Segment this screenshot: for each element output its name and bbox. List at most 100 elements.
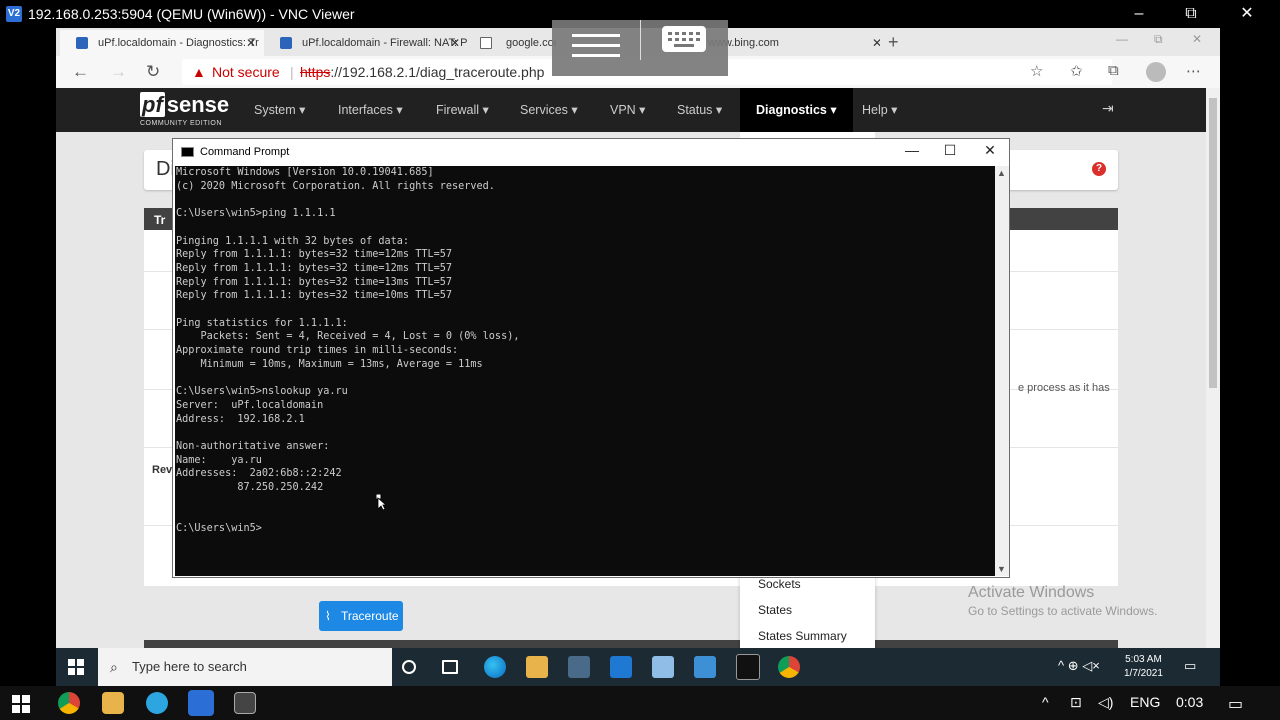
- url-text: https://192.168.2.1/diag_traceroute.php: [300, 59, 544, 85]
- menu-status[interactable]: Status ▾: [677, 102, 722, 117]
- logout-icon[interactable]: ⇥: [1102, 100, 1114, 117]
- tab-label: uPf.localdomain - Diagnostics: Tr: [98, 37, 259, 49]
- console-output[interactable]: Microsoft Windows [Version 10.0.19041.68…: [175, 166, 995, 576]
- remote-app-icon[interactable]: [694, 656, 716, 678]
- host-vnc-icon[interactable]: [188, 690, 214, 716]
- console-line: 87.250.250.242: [176, 482, 324, 494]
- search-icon: ⌕: [110, 659, 118, 675]
- menu-help[interactable]: Help ▾: [862, 102, 897, 117]
- browser-restore-button[interactable]: ⧉: [1154, 32, 1163, 47]
- volume-icon[interactable]: ◁): [1098, 694, 1113, 711]
- cmd-minimize-button[interactable]: —: [897, 142, 927, 158]
- tab-diagnostics[interactable]: uPf.localdomain - Diagnostics: Tr ✕: [60, 30, 264, 56]
- collections-icon[interactable]: ⧉: [1108, 62, 1119, 79]
- console-line: Server: uPf.localdomain: [176, 399, 324, 411]
- menu-services[interactable]: Services ▾: [520, 102, 578, 117]
- vnc-menu-icon[interactable]: [572, 34, 620, 58]
- chrome-icon[interactable]: [778, 656, 800, 678]
- browser-close-button[interactable]: ✕: [1192, 32, 1202, 46]
- help-icon[interactable]: ?: [1092, 162, 1106, 176]
- dropdown-item-states[interactable]: States: [758, 603, 792, 617]
- host-clock[interactable]: 0:03: [1176, 694, 1203, 710]
- menu-firewall[interactable]: Firewall ▾: [436, 102, 489, 117]
- language-indicator[interactable]: ENG: [1130, 694, 1160, 710]
- host-notification-icon[interactable]: ▭: [1228, 694, 1243, 714]
- network-icon[interactable]: ⊡: [1070, 694, 1082, 711]
- console-line: Reply from 1.1.1.1: bytes=32 time=12ms T…: [176, 249, 453, 261]
- traceroute-button[interactable]: ⌇ Traceroute: [319, 601, 403, 631]
- more-menu-icon[interactable]: ⋯: [1186, 62, 1201, 80]
- tab-firewall-nat[interactable]: uPf.localdomain - Firewall: NAT: P ✕: [264, 30, 468, 56]
- pfsense-logo[interactable]: pf sense COMMUNITY EDITION: [140, 92, 230, 127]
- app-icon[interactable]: [652, 656, 674, 678]
- favorites-icon[interactable]: ✩: [1070, 62, 1083, 80]
- logo-pf: pf: [140, 92, 165, 117]
- console-line: Packets: Sent = 4, Received = 4, Lost = …: [176, 331, 520, 343]
- guest-taskbar: ⌕ Type here to search ^ ⊕ ◁× 5:03 AM 1/7…: [56, 648, 1220, 686]
- tab-close-icon[interactable]: ✕: [872, 36, 880, 50]
- guest-clock-date: 1/7/2021: [1124, 668, 1163, 679]
- console-line: Ping statistics for 1.1.1.1:: [176, 317, 348, 329]
- tab-google[interactable]: google.com: [468, 30, 556, 56]
- cmd-taskbar-icon[interactable]: [736, 654, 760, 680]
- keyboard-icon[interactable]: [662, 26, 706, 52]
- host-file-explorer-icon[interactable]: [102, 692, 124, 714]
- back-icon[interactable]: ←: [72, 62, 89, 82]
- scroll-up-icon[interactable]: ▲: [997, 168, 1006, 178]
- scroll-down-icon[interactable]: ▼: [997, 564, 1006, 574]
- menu-system[interactable]: System ▾: [254, 102, 305, 117]
- refresh-icon[interactable]: ↻: [146, 62, 160, 82]
- profile-avatar[interactable]: [1146, 62, 1166, 82]
- not-secure-label[interactable]: Not secure: [212, 59, 280, 85]
- store-icon[interactable]: [568, 656, 590, 678]
- menu-interfaces[interactable]: Interfaces ▾: [338, 102, 403, 117]
- cmd-title: Command Prompt: [200, 146, 290, 158]
- edge-icon[interactable]: [484, 656, 506, 678]
- page-favicon-icon: [480, 37, 492, 49]
- dropdown-item-states-summary[interactable]: States Summary: [758, 629, 847, 643]
- vnc-minimize-button[interactable]: –: [1116, 2, 1162, 26]
- forward-icon[interactable]: →: [110, 62, 127, 82]
- page-scrollbar[interactable]: [1206, 88, 1220, 686]
- tab-label: google.com: [506, 37, 556, 49]
- scrollbar-thumb[interactable]: [1209, 98, 1217, 388]
- vnc-restore-button[interactable]: ⧉: [1168, 2, 1214, 26]
- guest-tray-icons[interactable]: ^ ⊕ ◁×: [1058, 658, 1100, 674]
- menu-diagnostics[interactable]: Diagnostics ▾: [740, 88, 853, 132]
- cmd-title-bar[interactable]: Command Prompt — ☐ ✕: [173, 139, 1009, 165]
- cmd-maximize-button[interactable]: ☐: [935, 142, 965, 159]
- logo-sense: sense: [166, 92, 230, 117]
- search-placeholder: Type here to search: [132, 659, 247, 674]
- tab-close-icon[interactable]: ✕: [450, 36, 460, 50]
- guest-clock[interactable]: 5:03 AM 1/7/2021: [1124, 653, 1163, 681]
- guest-notification-icon[interactable]: ▭: [1184, 658, 1196, 674]
- host-tray-chevron[interactable]: ^: [1042, 694, 1049, 710]
- cortana-icon[interactable]: [402, 660, 416, 674]
- console-line: Approximate round trip times in milli-se…: [176, 345, 459, 357]
- guest-start-icon[interactable]: [68, 659, 84, 675]
- vnc-close-button[interactable]: ✕: [1224, 2, 1270, 26]
- file-explorer-icon[interactable]: [526, 656, 548, 678]
- tab-label: uPf.localdomain - Firewall: NAT: P: [302, 37, 468, 49]
- console-line: Microsoft Windows [Version 10.0.19041.68…: [176, 167, 434, 178]
- command-prompt-window[interactable]: Command Prompt — ☐ ✕ Microsoft Windows […: [172, 138, 1010, 578]
- cmd-close-button[interactable]: ✕: [975, 142, 1005, 159]
- telegram-icon[interactable]: [146, 692, 168, 714]
- snipping-tool-icon[interactable]: [234, 692, 256, 714]
- guest-search-box[interactable]: ⌕ Type here to search: [98, 648, 392, 686]
- mail-icon[interactable]: [610, 656, 632, 678]
- favorite-star-icon[interactable]: ☆: [1030, 62, 1043, 80]
- menu-vpn[interactable]: VPN ▾: [610, 102, 645, 117]
- dropdown-item-sockets[interactable]: Sockets: [758, 577, 801, 591]
- task-view-icon[interactable]: [442, 660, 458, 674]
- console-line: Address: 192.168.2.1: [176, 413, 305, 425]
- browser-minimize-button[interactable]: —: [1116, 32, 1128, 46]
- host-chrome-icon[interactable]: [58, 692, 80, 714]
- new-tab-button[interactable]: +: [888, 32, 899, 53]
- warning-icon: ▲: [192, 64, 206, 80]
- reverse-label: Rev: [152, 464, 173, 476]
- cmd-scrollbar[interactable]: ▲ ▼: [995, 166, 1009, 576]
- tab-close-icon[interactable]: ✕: [246, 36, 256, 50]
- host-start-icon[interactable]: [12, 695, 30, 713]
